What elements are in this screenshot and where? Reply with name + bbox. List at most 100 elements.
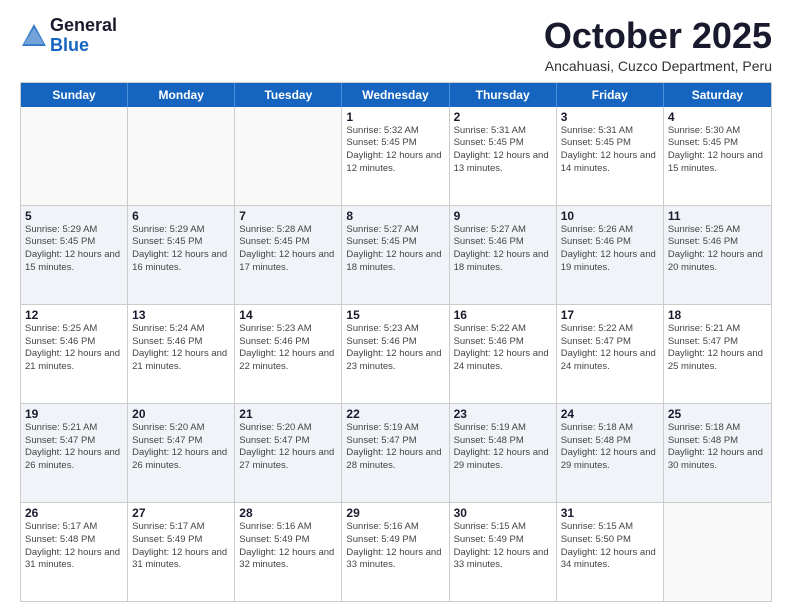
weekday-header-friday: Friday bbox=[557, 83, 664, 107]
cell-info: Sunrise: 5:23 AM Sunset: 5:46 PM Dayligh… bbox=[239, 323, 337, 374]
cell-info: Sunrise: 5:27 AM Sunset: 5:46 PM Dayligh… bbox=[454, 224, 552, 275]
day-cell-13: 13Sunrise: 5:24 AM Sunset: 5:46 PM Dayli… bbox=[128, 305, 235, 403]
cell-info: Sunrise: 5:22 AM Sunset: 5:46 PM Dayligh… bbox=[454, 323, 552, 374]
logo-general-text: General bbox=[50, 16, 117, 36]
cell-info: Sunrise: 5:31 AM Sunset: 5:45 PM Dayligh… bbox=[454, 125, 552, 176]
day-number: 21 bbox=[239, 407, 337, 421]
cell-info: Sunrise: 5:30 AM Sunset: 5:45 PM Dayligh… bbox=[668, 125, 767, 176]
empty-cell bbox=[664, 503, 771, 601]
cell-info: Sunrise: 5:15 AM Sunset: 5:50 PM Dayligh… bbox=[561, 521, 659, 572]
day-number: 17 bbox=[561, 308, 659, 322]
calendar-row-3: 12Sunrise: 5:25 AM Sunset: 5:46 PM Dayli… bbox=[21, 304, 771, 403]
cell-info: Sunrise: 5:21 AM Sunset: 5:47 PM Dayligh… bbox=[668, 323, 767, 374]
day-number: 25 bbox=[668, 407, 767, 421]
cell-info: Sunrise: 5:17 AM Sunset: 5:48 PM Dayligh… bbox=[25, 521, 123, 572]
day-number: 1 bbox=[346, 110, 444, 124]
title-block: October 2025 Ancahuasi, Cuzco Department… bbox=[544, 16, 772, 74]
empty-cell bbox=[128, 107, 235, 205]
day-number: 9 bbox=[454, 209, 552, 223]
cell-info: Sunrise: 5:24 AM Sunset: 5:46 PM Dayligh… bbox=[132, 323, 230, 374]
cell-info: Sunrise: 5:26 AM Sunset: 5:46 PM Dayligh… bbox=[561, 224, 659, 275]
logo: General Blue bbox=[20, 16, 117, 56]
day-cell-6: 6Sunrise: 5:29 AM Sunset: 5:45 PM Daylig… bbox=[128, 206, 235, 304]
day-cell-8: 8Sunrise: 5:27 AM Sunset: 5:45 PM Daylig… bbox=[342, 206, 449, 304]
day-number: 7 bbox=[239, 209, 337, 223]
day-cell-20: 20Sunrise: 5:20 AM Sunset: 5:47 PM Dayli… bbox=[128, 404, 235, 502]
calendar-row-5: 26Sunrise: 5:17 AM Sunset: 5:48 PM Dayli… bbox=[21, 502, 771, 601]
day-cell-28: 28Sunrise: 5:16 AM Sunset: 5:49 PM Dayli… bbox=[235, 503, 342, 601]
cell-info: Sunrise: 5:28 AM Sunset: 5:45 PM Dayligh… bbox=[239, 224, 337, 275]
day-number: 24 bbox=[561, 407, 659, 421]
cell-info: Sunrise: 5:31 AM Sunset: 5:45 PM Dayligh… bbox=[561, 125, 659, 176]
location-title: Ancahuasi, Cuzco Department, Peru bbox=[544, 58, 772, 74]
header: General Blue October 2025 Ancahuasi, Cuz… bbox=[20, 16, 772, 74]
day-cell-1: 1Sunrise: 5:32 AM Sunset: 5:45 PM Daylig… bbox=[342, 107, 449, 205]
day-cell-7: 7Sunrise: 5:28 AM Sunset: 5:45 PM Daylig… bbox=[235, 206, 342, 304]
page: General Blue October 2025 Ancahuasi, Cuz… bbox=[0, 0, 792, 612]
day-cell-10: 10Sunrise: 5:26 AM Sunset: 5:46 PM Dayli… bbox=[557, 206, 664, 304]
day-number: 30 bbox=[454, 506, 552, 520]
cell-info: Sunrise: 5:16 AM Sunset: 5:49 PM Dayligh… bbox=[346, 521, 444, 572]
day-number: 13 bbox=[132, 308, 230, 322]
cell-info: Sunrise: 5:22 AM Sunset: 5:47 PM Dayligh… bbox=[561, 323, 659, 374]
day-number: 31 bbox=[561, 506, 659, 520]
weekday-header-monday: Monday bbox=[128, 83, 235, 107]
calendar: SundayMondayTuesdayWednesdayThursdayFrid… bbox=[20, 82, 772, 602]
calendar-header: SundayMondayTuesdayWednesdayThursdayFrid… bbox=[21, 83, 771, 107]
cell-info: Sunrise: 5:21 AM Sunset: 5:47 PM Dayligh… bbox=[25, 422, 123, 473]
day-number: 28 bbox=[239, 506, 337, 520]
day-cell-30: 30Sunrise: 5:15 AM Sunset: 5:49 PM Dayli… bbox=[450, 503, 557, 601]
cell-info: Sunrise: 5:19 AM Sunset: 5:47 PM Dayligh… bbox=[346, 422, 444, 473]
day-number: 19 bbox=[25, 407, 123, 421]
weekday-header-thursday: Thursday bbox=[450, 83, 557, 107]
cell-info: Sunrise: 5:18 AM Sunset: 5:48 PM Dayligh… bbox=[561, 422, 659, 473]
weekday-header-sunday: Sunday bbox=[21, 83, 128, 107]
empty-cell bbox=[21, 107, 128, 205]
day-cell-31: 31Sunrise: 5:15 AM Sunset: 5:50 PM Dayli… bbox=[557, 503, 664, 601]
day-cell-15: 15Sunrise: 5:23 AM Sunset: 5:46 PM Dayli… bbox=[342, 305, 449, 403]
logo-icon bbox=[20, 22, 48, 50]
logo-blue-text: Blue bbox=[50, 36, 117, 56]
day-cell-12: 12Sunrise: 5:25 AM Sunset: 5:46 PM Dayli… bbox=[21, 305, 128, 403]
weekday-header-tuesday: Tuesday bbox=[235, 83, 342, 107]
weekday-header-saturday: Saturday bbox=[664, 83, 771, 107]
day-cell-5: 5Sunrise: 5:29 AM Sunset: 5:45 PM Daylig… bbox=[21, 206, 128, 304]
day-number: 6 bbox=[132, 209, 230, 223]
cell-info: Sunrise: 5:19 AM Sunset: 5:48 PM Dayligh… bbox=[454, 422, 552, 473]
day-number: 5 bbox=[25, 209, 123, 223]
cell-info: Sunrise: 5:20 AM Sunset: 5:47 PM Dayligh… bbox=[132, 422, 230, 473]
day-cell-27: 27Sunrise: 5:17 AM Sunset: 5:49 PM Dayli… bbox=[128, 503, 235, 601]
cell-info: Sunrise: 5:29 AM Sunset: 5:45 PM Dayligh… bbox=[25, 224, 123, 275]
day-number: 22 bbox=[346, 407, 444, 421]
day-number: 3 bbox=[561, 110, 659, 124]
day-cell-18: 18Sunrise: 5:21 AM Sunset: 5:47 PM Dayli… bbox=[664, 305, 771, 403]
cell-info: Sunrise: 5:17 AM Sunset: 5:49 PM Dayligh… bbox=[132, 521, 230, 572]
cell-info: Sunrise: 5:25 AM Sunset: 5:46 PM Dayligh… bbox=[668, 224, 767, 275]
day-cell-21: 21Sunrise: 5:20 AM Sunset: 5:47 PM Dayli… bbox=[235, 404, 342, 502]
day-cell-23: 23Sunrise: 5:19 AM Sunset: 5:48 PM Dayli… bbox=[450, 404, 557, 502]
day-number: 23 bbox=[454, 407, 552, 421]
calendar-body: 1Sunrise: 5:32 AM Sunset: 5:45 PM Daylig… bbox=[21, 107, 771, 601]
day-number: 2 bbox=[454, 110, 552, 124]
calendar-row-1: 1Sunrise: 5:32 AM Sunset: 5:45 PM Daylig… bbox=[21, 107, 771, 205]
cell-info: Sunrise: 5:32 AM Sunset: 5:45 PM Dayligh… bbox=[346, 125, 444, 176]
day-cell-16: 16Sunrise: 5:22 AM Sunset: 5:46 PM Dayli… bbox=[450, 305, 557, 403]
day-cell-22: 22Sunrise: 5:19 AM Sunset: 5:47 PM Dayli… bbox=[342, 404, 449, 502]
month-title: October 2025 bbox=[544, 16, 772, 56]
day-number: 4 bbox=[668, 110, 767, 124]
day-cell-26: 26Sunrise: 5:17 AM Sunset: 5:48 PM Dayli… bbox=[21, 503, 128, 601]
calendar-row-4: 19Sunrise: 5:21 AM Sunset: 5:47 PM Dayli… bbox=[21, 403, 771, 502]
day-number: 8 bbox=[346, 209, 444, 223]
day-number: 26 bbox=[25, 506, 123, 520]
day-cell-29: 29Sunrise: 5:16 AM Sunset: 5:49 PM Dayli… bbox=[342, 503, 449, 601]
weekday-header-wednesday: Wednesday bbox=[342, 83, 449, 107]
day-number: 10 bbox=[561, 209, 659, 223]
day-cell-25: 25Sunrise: 5:18 AM Sunset: 5:48 PM Dayli… bbox=[664, 404, 771, 502]
day-number: 11 bbox=[668, 209, 767, 223]
day-cell-24: 24Sunrise: 5:18 AM Sunset: 5:48 PM Dayli… bbox=[557, 404, 664, 502]
cell-info: Sunrise: 5:25 AM Sunset: 5:46 PM Dayligh… bbox=[25, 323, 123, 374]
day-number: 20 bbox=[132, 407, 230, 421]
day-number: 14 bbox=[239, 308, 337, 322]
cell-info: Sunrise: 5:20 AM Sunset: 5:47 PM Dayligh… bbox=[239, 422, 337, 473]
day-number: 27 bbox=[132, 506, 230, 520]
